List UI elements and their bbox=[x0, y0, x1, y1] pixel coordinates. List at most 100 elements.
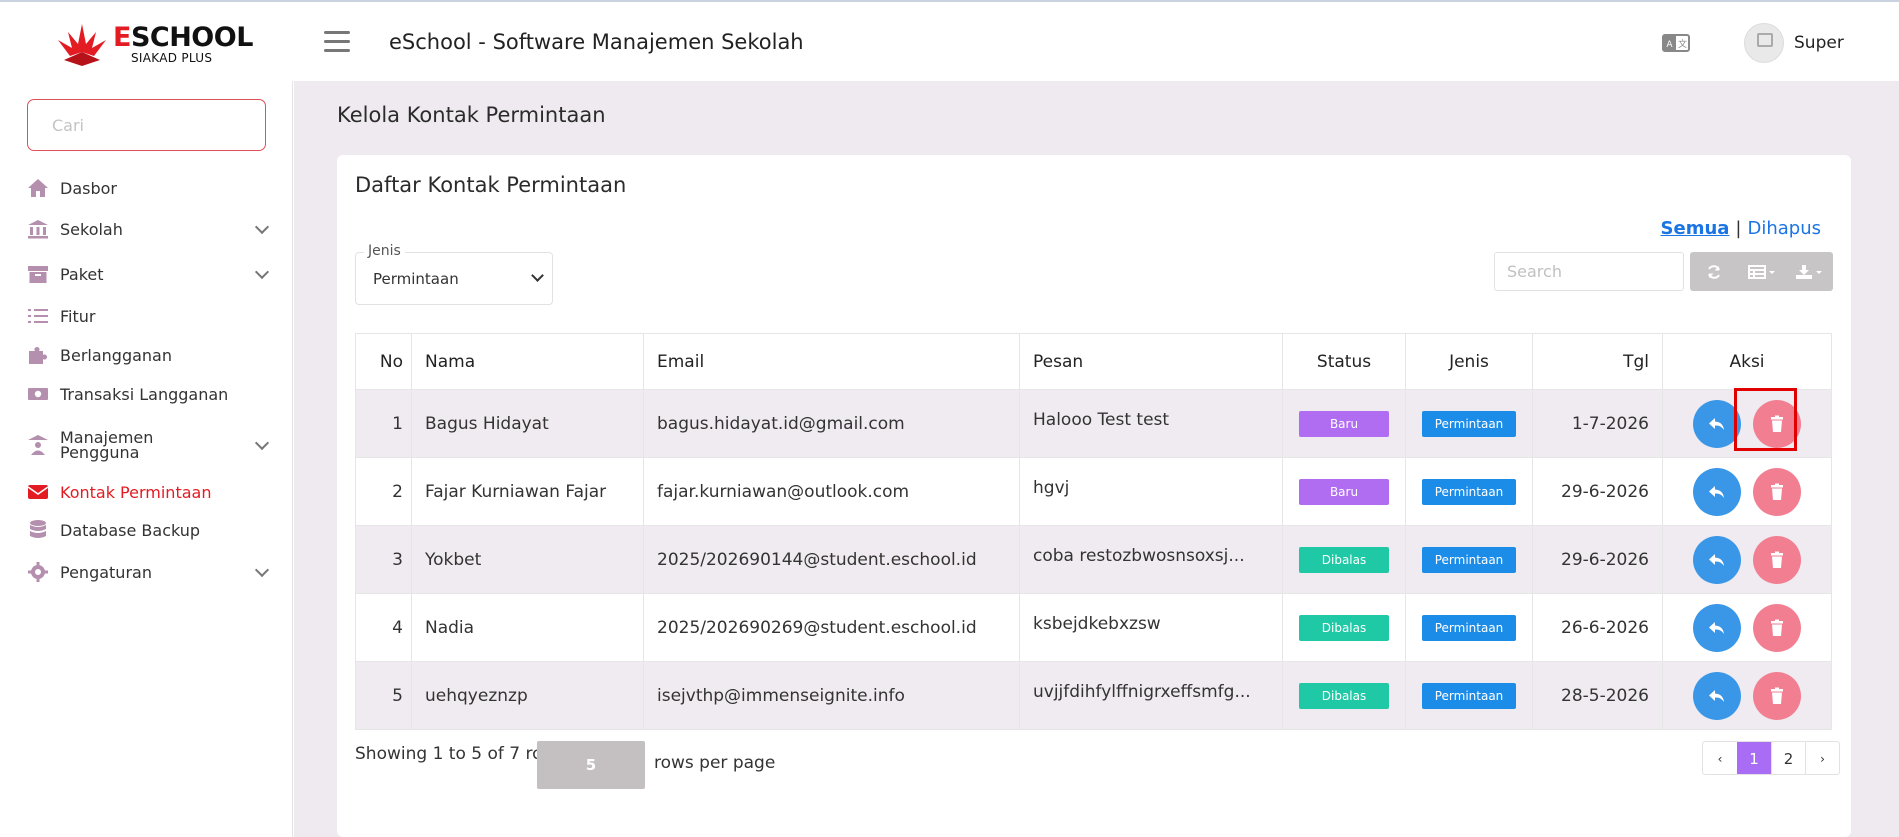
column-header[interactable]: Nama bbox=[411, 333, 644, 390]
jenis-badge: Permintaan bbox=[1422, 546, 1516, 573]
reply-button[interactable] bbox=[1693, 671, 1741, 720]
sidebar-search-input[interactable] bbox=[27, 99, 266, 151]
cell-nama: Yokbet bbox=[411, 525, 644, 594]
trash-icon bbox=[1771, 687, 1783, 704]
pagination-page-1[interactable]: 1 bbox=[1737, 742, 1771, 774]
sidebar-item-manajemen-pengguna[interactable]: Manajemen Pengguna bbox=[27, 425, 270, 465]
sidebar-item-pengaturan[interactable]: Pengaturan bbox=[27, 557, 270, 587]
eschool-logo[interactable]: ESCHOOL SIAKAD PLUS bbox=[54, 20, 253, 68]
sidebar-item-sekolah[interactable]: Sekolah bbox=[27, 214, 270, 244]
columns-icon bbox=[1747, 264, 1775, 279]
chevron-down-icon bbox=[531, 269, 544, 282]
sidebar-item-kontak-permintaan[interactable]: Kontak Permintaan bbox=[27, 477, 267, 507]
delete-button[interactable] bbox=[1753, 535, 1801, 584]
filter-all-link[interactable]: Semua bbox=[1661, 218, 1730, 239]
sidebar-item-label: Pengaturan bbox=[60, 562, 152, 582]
cell-status: Baru bbox=[1282, 457, 1406, 526]
sidebar-item-paket[interactable]: Paket bbox=[27, 259, 270, 289]
cell-status: Dibalas bbox=[1282, 661, 1406, 730]
cell-pesan: ksbejdkebxzsw bbox=[1019, 593, 1283, 662]
sidebar-item-fitur[interactable]: Fitur bbox=[27, 301, 267, 331]
status-badge: Dibalas bbox=[1299, 682, 1389, 709]
table-row[interactable]: 2 Fajar Kurniawan Fajar fajar.kurniawan@… bbox=[355, 457, 1832, 526]
reply-button[interactable] bbox=[1693, 535, 1741, 584]
reply-button[interactable] bbox=[1693, 603, 1741, 652]
status-badge: Baru bbox=[1299, 410, 1389, 437]
cell-jenis: Permintaan bbox=[1405, 593, 1533, 662]
cell-status: Baru bbox=[1282, 389, 1406, 458]
cell-pesan: hgvj bbox=[1019, 457, 1283, 526]
filter-links: Semua | Dihapus bbox=[1661, 218, 1821, 239]
table-row[interactable]: 1 Bagus Hidayat bagus.hidayat.id@gmail.c… bbox=[355, 389, 1832, 458]
cell-no: 3 bbox=[355, 525, 412, 594]
cell-tgl: 29-6-2026 bbox=[1532, 457, 1663, 526]
logo-subtitle: SIAKAD PLUS bbox=[131, 51, 213, 65]
delete-button[interactable] bbox=[1753, 603, 1801, 652]
logo-mark-icon bbox=[58, 24, 106, 66]
sidebar-item-berlangganan[interactable]: Berlangganan bbox=[27, 340, 267, 370]
export-button[interactable] bbox=[1785, 252, 1833, 291]
cell-nama: uehqyeznzp bbox=[411, 661, 644, 730]
avatar[interactable] bbox=[1744, 23, 1784, 63]
cell-no: 5 bbox=[355, 661, 412, 730]
column-header[interactable]: Jenis bbox=[1405, 333, 1533, 390]
pagination-prev[interactable]: ‹ bbox=[1703, 742, 1737, 774]
reply-button[interactable] bbox=[1693, 399, 1741, 448]
sidebar-item-database-backup[interactable]: Database Backup bbox=[27, 515, 267, 545]
jenis-select[interactable]: Jenis Permintaan bbox=[355, 243, 553, 305]
table-row[interactable]: 4 Nadia 2025/202690269@student.eschool.i… bbox=[355, 593, 1832, 662]
column-header: Aksi bbox=[1662, 333, 1832, 390]
table-row[interactable]: 5 uehqyeznzp isejvthp@immenseignite.info… bbox=[355, 661, 1832, 730]
column-header[interactable]: No bbox=[355, 333, 412, 390]
reply-icon bbox=[1709, 553, 1724, 566]
cell-tgl: 26-6-2026 bbox=[1532, 593, 1663, 662]
table-row[interactable]: 3 Yokbet 2025/202690144@student.eschool.… bbox=[355, 525, 1832, 594]
column-header[interactable]: Tgl bbox=[1532, 333, 1663, 390]
column-header[interactable]: Email bbox=[643, 333, 1020, 390]
cell-pesan: Halooo Test test bbox=[1019, 389, 1283, 458]
column-header[interactable]: Status bbox=[1282, 333, 1406, 390]
cell-email: bagus.hidayat.id@gmail.com bbox=[643, 389, 1020, 458]
user-name[interactable]: Super bbox=[1794, 33, 1844, 53]
card-title: Daftar Kontak Permintaan bbox=[355, 173, 627, 197]
page-size-dropdown[interactable]: 5 bbox=[537, 741, 645, 789]
cell-email: fajar.kurniawan@outlook.com bbox=[643, 457, 1020, 526]
cell-tgl: 29-6-2026 bbox=[1532, 525, 1663, 594]
list-icon bbox=[27, 305, 49, 327]
refresh-button[interactable] bbox=[1690, 252, 1738, 291]
pesan-text: uvjjfdihfylffnigrxeffsmfg... bbox=[1033, 681, 1251, 702]
reply-icon bbox=[1709, 689, 1724, 702]
filter-deleted-link[interactable]: Dihapus bbox=[1747, 218, 1821, 239]
table-search-input[interactable] bbox=[1494, 252, 1684, 291]
pagination: ‹ 1 2 › bbox=[1702, 741, 1840, 775]
delete-button[interactable] bbox=[1753, 671, 1801, 720]
column-header[interactable]: Pesan bbox=[1019, 333, 1283, 390]
menu-toggle-icon[interactable] bbox=[324, 31, 350, 53]
pagination-page-2[interactable]: 2 bbox=[1771, 742, 1805, 774]
sidebar-item-label: Kontak Permintaan bbox=[60, 482, 212, 502]
filter-separator: | bbox=[1735, 218, 1742, 239]
logo-title: ESCHOOL bbox=[113, 22, 253, 53]
cell-no: 2 bbox=[355, 457, 412, 526]
cell-status: Dibalas bbox=[1282, 525, 1406, 594]
trash-icon bbox=[1771, 551, 1783, 568]
sidebar-item-transaksi-langganan[interactable]: Transaksi Langganan bbox=[27, 379, 267, 409]
reply-button[interactable] bbox=[1693, 467, 1741, 516]
sidebar-item-label: Sekolah bbox=[60, 219, 123, 239]
pesan-text: ksbejdkebxzsw bbox=[1033, 613, 1161, 634]
columns-toggle-button[interactable] bbox=[1738, 252, 1786, 291]
jenis-badge: Permintaan bbox=[1422, 410, 1516, 437]
delete-button[interactable] bbox=[1753, 467, 1801, 516]
status-badge: Baru bbox=[1299, 478, 1389, 505]
cell-jenis: Permintaan bbox=[1405, 525, 1533, 594]
sidebar-item-label: Dasbor bbox=[60, 178, 117, 198]
pagination-next[interactable]: › bbox=[1805, 742, 1839, 774]
reply-icon bbox=[1709, 485, 1724, 498]
cell-aksi bbox=[1662, 593, 1832, 662]
home-icon bbox=[27, 177, 49, 199]
pesan-text: Halooo Test test bbox=[1033, 409, 1170, 430]
sidebar-item-dasbor[interactable]: Dasbor bbox=[27, 173, 267, 203]
language-icon[interactable]: A 文 bbox=[1662, 32, 1690, 54]
cell-jenis: Permintaan bbox=[1405, 457, 1533, 526]
sidebar: Dasbor Sekolah Paket Fitur Berlangganan … bbox=[0, 81, 293, 837]
